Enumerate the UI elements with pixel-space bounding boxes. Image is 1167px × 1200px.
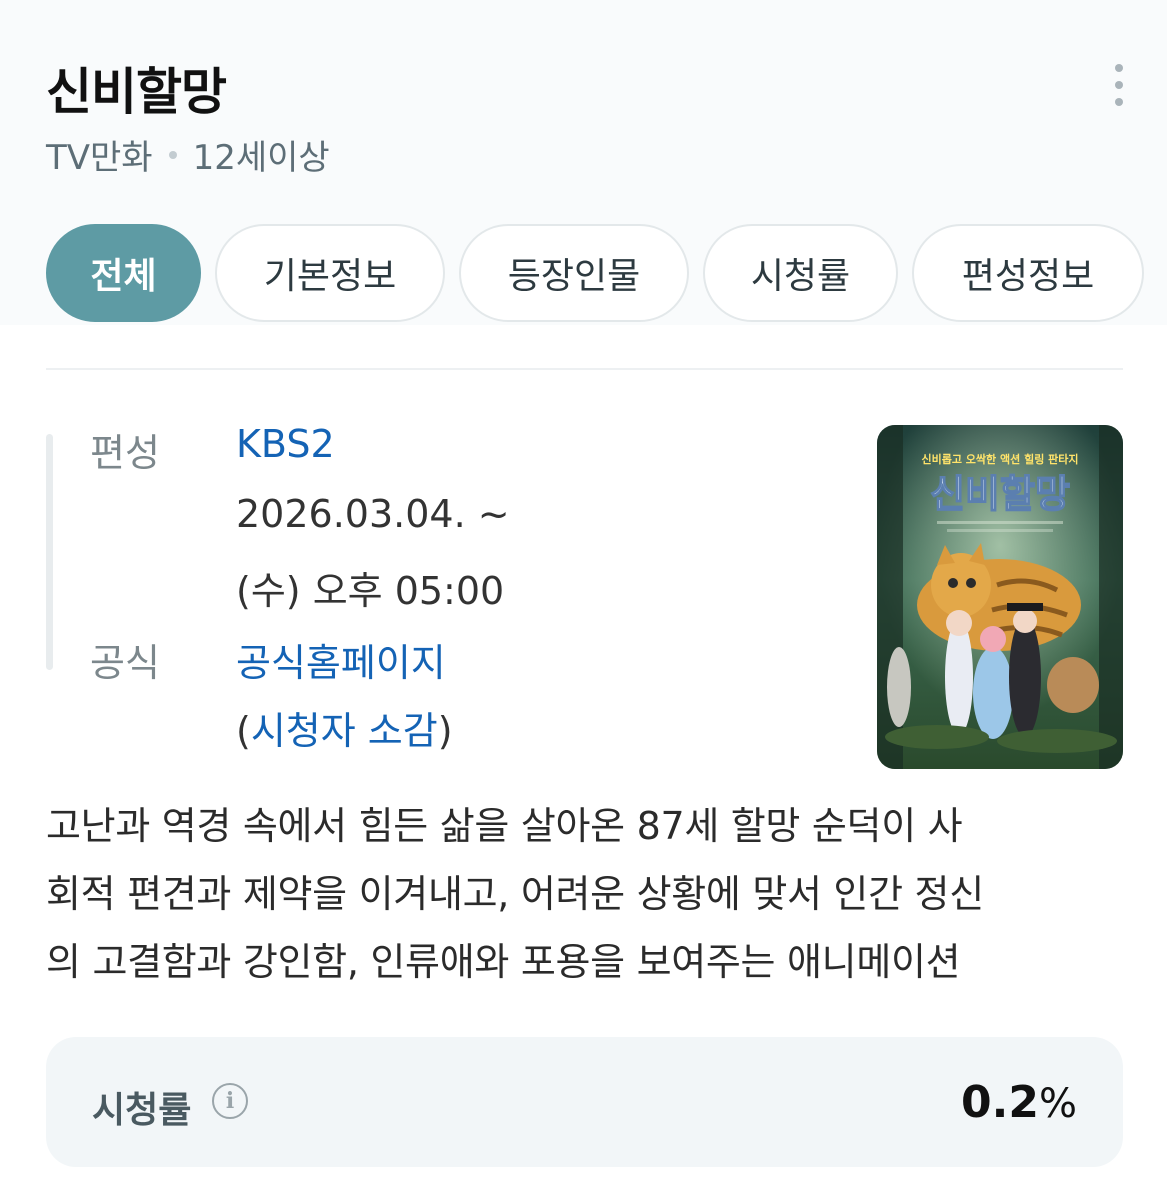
broadcast-date: 2026.03.04. ~ — [236, 492, 510, 536]
more-options-icon[interactable] — [1106, 64, 1132, 106]
program-description: 고난과 역경 속에서 힘든 삶을 살아온 87세 할망 순덕이 사 회적 편견과… — [46, 792, 1136, 996]
age-rating-text: 12세이상 — [192, 138, 330, 178]
description-line: 회적 편견과 제약을 이겨내고, 어려운 상황에 맞서 인간 정신 — [46, 872, 984, 916]
rating-label: 시청률 — [92, 1090, 192, 1131]
program-meta: TV만화 12세이상 — [46, 130, 330, 179]
channel-link[interactable]: KBS2 — [236, 422, 335, 466]
poster-image[interactable]: 신비롭고 오싹한 액션 힐링 판타지 신비할망 — [877, 425, 1123, 769]
broadcast-time: (수) 오후 05:00 — [236, 569, 505, 613]
description-line: 고난과 역경 속에서 힘든 삶을 살아온 87세 할망 순덕이 사 — [46, 804, 963, 848]
info-accent-bar — [46, 434, 53, 670]
viewer-reviews-link[interactable]: 시청자 소감 — [251, 709, 438, 753]
reviews-line: (시청자 소감) — [236, 700, 453, 755]
rating-value: 0.2% — [961, 1077, 1077, 1128]
genre-text: TV만화 — [46, 138, 153, 178]
more-dot — [1115, 98, 1123, 106]
poster-title-art: 신비할망 — [930, 472, 1070, 516]
info-circle-icon[interactable]: i — [212, 1083, 248, 1119]
more-dot — [1115, 64, 1123, 72]
page-title: 신비할망 — [46, 63, 227, 121]
section-divider — [46, 368, 1123, 370]
description-line: 의 고결함과 강인함, 인류애와 포용을 보여주는 애니메이션 — [46, 940, 961, 984]
broadcast-label: 편성 — [90, 431, 160, 475]
tab-all[interactable]: 전체 — [46, 224, 201, 322]
tab-basic-info[interactable]: 기본정보 — [215, 224, 445, 322]
official-label: 공식 — [90, 641, 160, 685]
paren-close: ) — [437, 709, 453, 753]
more-dot — [1115, 81, 1123, 89]
rating-card[interactable]: 시청률 i 0.2% — [46, 1037, 1123, 1167]
tab-schedule[interactable]: 편성정보 — [912, 224, 1144, 322]
tab-characters[interactable]: 등장인물 — [459, 224, 689, 322]
rating-unit: % — [1038, 1081, 1077, 1127]
paren-open: ( — [236, 709, 251, 753]
rating-number: 0.2 — [961, 1077, 1039, 1128]
separator-dot — [168, 150, 177, 159]
homepage-link[interactable]: 공식홈페이지 — [236, 632, 446, 687]
poster-tagline: 신비롭고 오싹한 액션 힐링 판타지 — [922, 452, 1079, 466]
tab-ratings[interactable]: 시청률 — [703, 224, 898, 322]
